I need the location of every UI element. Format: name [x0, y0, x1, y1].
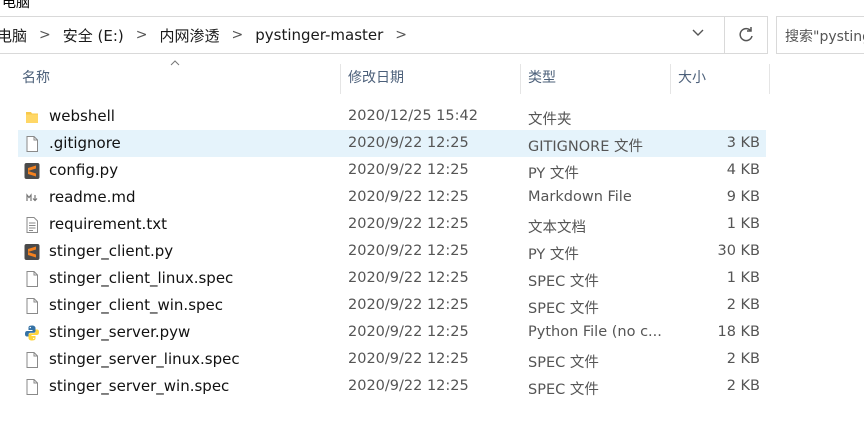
- sublime-icon: [24, 163, 40, 179]
- list-item[interactable]: stinger_client_win.spec 2020/9/22 12:25 …: [18, 292, 766, 319]
- file-icon: [26, 271, 38, 287]
- file-name: stinger_client.py: [49, 242, 174, 260]
- file-name: readme.md: [49, 188, 136, 206]
- column-header-size[interactable]: 大小: [678, 64, 706, 92]
- file-size: 4 KB: [726, 162, 760, 178]
- refresh-icon: [739, 27, 753, 42]
- file-type: SPEC 文件: [528, 382, 599, 398]
- file-name: stinger_server_win.spec: [49, 377, 230, 395]
- text-file-icon: [26, 217, 38, 233]
- chevron-down-icon: [692, 29, 704, 36]
- file-type: SPEC 文件: [528, 301, 599, 317]
- markdown-icon: [25, 192, 39, 204]
- file-size: 2 KB: [726, 297, 760, 313]
- file-name: stinger_client_linux.spec: [49, 269, 234, 287]
- breadcrumb-item-folder[interactable]: 内网渗透: [156, 25, 224, 46]
- file-date: 2020/9/22 12:25: [348, 378, 469, 394]
- file-date: 2020/9/22 12:25: [348, 135, 469, 151]
- chevron-right-icon[interactable]: >: [387, 27, 415, 43]
- column-divider[interactable]: [769, 64, 770, 94]
- file-icon: [26, 352, 38, 368]
- file-date: 2020/9/22 12:25: [348, 297, 469, 313]
- file-date: 2020/12/25 15:42: [348, 108, 478, 124]
- file-size: 30 KB: [717, 243, 760, 259]
- sublime-icon: [24, 244, 40, 260]
- list-item[interactable]: readme.md 2020/9/22 12:25 Markdown File …: [18, 184, 766, 211]
- file-name: requirement.txt: [49, 215, 167, 233]
- file-name: config.py: [49, 161, 119, 179]
- chevron-right-icon[interactable]: >: [31, 27, 59, 43]
- file-date: 2020/9/22 12:25: [348, 243, 469, 259]
- file-type: Markdown File: [528, 189, 632, 205]
- list-item[interactable]: stinger_server.pyw 2020/9/22 12:25 Pytho…: [18, 319, 766, 346]
- search-placeholder: 搜索"pystinger-master": [785, 29, 864, 45]
- file-type: Python File (no c...: [528, 324, 662, 340]
- breadcrumb-item-drive[interactable]: 安全 (E:): [59, 25, 128, 46]
- file-size: 1 KB: [726, 270, 760, 286]
- file-icon: [26, 136, 38, 152]
- file-type: 文本文档: [528, 220, 586, 236]
- file-icon: [26, 379, 38, 395]
- refresh-button[interactable]: [724, 17, 767, 53]
- window-title: 电脑: [2, 0, 30, 11]
- column-header-date[interactable]: 修改日期: [348, 64, 404, 92]
- file-date: 2020/9/22 12:25: [348, 216, 469, 232]
- python-icon: [25, 325, 39, 341]
- window-title-strip: 电脑: [0, 0, 864, 12]
- column-divider[interactable]: [520, 64, 521, 94]
- column-divider[interactable]: [340, 64, 341, 94]
- file-size: 3 KB: [726, 135, 760, 151]
- file-date: 2020/9/22 12:25: [348, 162, 469, 178]
- chevron-right-icon[interactable]: >: [224, 27, 252, 43]
- file-size: 1 KB: [726, 216, 760, 232]
- file-date: 2020/9/22 12:25: [348, 189, 469, 205]
- file-name: stinger_client_win.spec: [49, 296, 224, 314]
- file-date: 2020/9/22 12:25: [348, 270, 469, 286]
- breadcrumb: 电脑 > 安全 (E:) > 内网渗透 > pystinger-master >: [0, 17, 415, 53]
- file-size: 9 KB: [726, 189, 760, 205]
- file-type: SPEC 文件: [528, 355, 599, 371]
- file-date: 2020/9/22 12:25: [348, 324, 469, 340]
- list-item[interactable]: stinger_client_linux.spec 2020/9/22 12:2…: [18, 265, 766, 292]
- file-name: .gitignore: [49, 134, 121, 152]
- file-size: 2 KB: [726, 378, 760, 394]
- list-item[interactable]: config.py 2020/9/22 12:25 PY 文件 4 KB: [18, 157, 766, 184]
- file-name: webshell: [49, 107, 115, 125]
- column-header-type[interactable]: 类型: [528, 64, 556, 92]
- file-type: PY 文件: [528, 247, 579, 263]
- list-item[interactable]: stinger_server_linux.spec 2020/9/22 12:2…: [18, 346, 766, 373]
- file-name: stinger_server_linux.spec: [49, 350, 240, 368]
- column-divider[interactable]: [670, 64, 671, 94]
- file-date: 2020/9/22 12:25: [348, 351, 469, 367]
- column-header-name[interactable]: 名称: [22, 64, 50, 92]
- file-name: stinger_server.pyw: [49, 323, 191, 341]
- file-type: SPEC 文件: [528, 274, 599, 290]
- search-input[interactable]: 搜索"pystinger-master": [776, 16, 864, 54]
- file-type: GITIGNORE 文件: [528, 139, 643, 155]
- breadcrumb-item-current[interactable]: pystinger-master: [251, 26, 387, 44]
- address-history-dropdown[interactable]: [686, 25, 710, 45]
- chevron-right-icon[interactable]: >: [128, 27, 156, 43]
- file-size: 18 KB: [717, 324, 760, 340]
- list-item[interactable]: .gitignore 2020/9/22 12:25 GITIGNORE 文件 …: [18, 130, 766, 157]
- list-item[interactable]: webshell 2020/12/25 15:42 文件夹: [18, 103, 766, 130]
- file-icon: [26, 298, 38, 314]
- file-size: 2 KB: [726, 351, 760, 367]
- address-bar[interactable]: 电脑 > 安全 (E:) > 内网渗透 > pystinger-master >: [0, 16, 768, 54]
- file-type: PY 文件: [528, 166, 579, 182]
- list-item[interactable]: stinger_client.py 2020/9/22 12:25 PY 文件 …: [18, 238, 766, 265]
- list-item[interactable]: requirement.txt 2020/9/22 12:25 文本文档 1 K…: [18, 211, 766, 238]
- breadcrumb-item-computer[interactable]: 电脑: [0, 25, 31, 46]
- file-type: 文件夹: [528, 112, 572, 128]
- folder-icon: [26, 112, 38, 123]
- column-header-row: 名称 修改日期 类型 大小: [0, 64, 770, 94]
- list-item[interactable]: stinger_server_win.spec 2020/9/22 12:25 …: [18, 373, 766, 400]
